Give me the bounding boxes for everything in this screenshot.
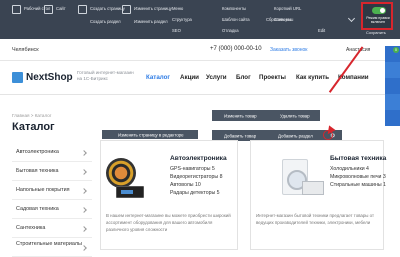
edit-mode-label: Режим правки включен <box>366 16 390 24</box>
category-menu-item[interactable]: Напольные покрытия <box>12 181 92 200</box>
card-description: В нашем интернет-магазине вы можете прио… <box>106 213 231 232</box>
card-title[interactable]: Бытовая техника <box>330 155 386 162</box>
admin-stickers[interactable]: Стикеры <box>274 17 291 22</box>
card-sub-item[interactable]: Микроволновые печи 3 <box>330 174 386 181</box>
card-sub-item[interactable]: Радары детекторы 5 <box>170 190 220 197</box>
admin-short-url[interactable]: Короткий URL <box>274 6 301 11</box>
admin-edit[interactable]: Edit <box>318 28 325 33</box>
speaker-image <box>106 158 136 188</box>
info-bar: Челябинск +7 (000) 000-00-10 Заказать зв… <box>0 39 400 61</box>
mail-button[interactable] <box>385 110 400 126</box>
edit-page-panel[interactable]: Изменить страницу в редакторе <box>102 130 198 139</box>
edit-page-icon[interactable] <box>122 5 131 14</box>
category-menu-item[interactable]: Строительные материалы <box>12 238 92 257</box>
microwave-image <box>302 181 324 195</box>
admin-panel: Рабочий стол Сайт Создать страницу Созда… <box>0 0 400 39</box>
card-sub-item[interactable]: Холодильники 4 <box>330 166 369 173</box>
admin-edit-section[interactable]: Изменить раздел <box>134 19 168 24</box>
create-page-icon[interactable] <box>78 5 87 14</box>
logo-subtitle: Готовый интернет-магазин на 1С-Битрикс <box>77 70 134 81</box>
category-menu-item[interactable]: Сантехника <box>12 219 92 238</box>
callback-link[interactable]: Заказать звонок <box>270 47 307 53</box>
phone-number[interactable]: +7 (000) 000-00-10 <box>210 46 262 52</box>
category-menu-item[interactable]: Бытовая техника <box>12 162 92 181</box>
admin-debug[interactable]: Отладка <box>222 28 239 33</box>
edit-item-button[interactable]: Изменить товар <box>224 113 257 118</box>
admin-template[interactable]: Шаблон сайта <box>222 17 250 22</box>
breadcrumb[interactable]: Главная > Каталог <box>12 113 51 118</box>
card-sub-item[interactable]: Автоволы 10 <box>170 182 201 189</box>
admin-site[interactable]: Сайт <box>56 6 66 11</box>
edit-mode-toggle-box[interactable]: Режим правки включен <box>361 2 393 30</box>
add-section-button[interactable]: Добавить раздел <box>278 133 313 138</box>
category-menu-item[interactable]: Автоэлектроника <box>12 143 92 162</box>
desktop-icon[interactable] <box>12 5 21 14</box>
nav-blog[interactable]: Блог <box>236 74 251 81</box>
folder-icon[interactable] <box>44 5 53 14</box>
cart-count-badge: 0 <box>393 47 399 53</box>
logo-icon[interactable] <box>12 72 23 83</box>
card-sub-item[interactable]: Видеорегистраторы 8 <box>170 174 222 181</box>
card-description: Интернет-магазин бытовой техники предлаг… <box>256 213 375 225</box>
compare-button[interactable] <box>385 78 400 94</box>
card-title[interactable]: Автоэлектроника <box>170 155 227 162</box>
add-item-button[interactable]: Добавить товар <box>224 133 256 138</box>
annotation-circle <box>323 130 333 140</box>
delete-item-button[interactable]: Удалить товар <box>280 113 310 118</box>
save-link[interactable]: Сохранить <box>366 30 386 35</box>
logo[interactable]: NextShop <box>26 72 73 83</box>
category-menu-item[interactable]: Садовая техника <box>12 200 92 219</box>
admin-seo[interactable]: SEO <box>172 28 181 33</box>
nav-how-to-buy[interactable]: Как купить <box>296 74 329 81</box>
cart-button[interactable]: 0 <box>385 46 400 62</box>
edit-item-panel: Изменить товар Удалить товар <box>212 110 320 121</box>
card-sub-item[interactable]: Стиральные машины 1 <box>330 182 386 189</box>
admin-create-page[interactable]: Создать страницу <box>90 6 125 11</box>
admin-structure[interactable]: Структура <box>172 17 192 22</box>
admin-components[interactable]: Компоненты <box>222 6 246 11</box>
category-menu: Автоэлектроника Бытовая техника Напольны… <box>12 143 92 257</box>
admin-edit-page[interactable]: Изменить страницу <box>134 6 172 11</box>
card-sub-item[interactable]: GPS-навигаторы 5 <box>170 166 215 173</box>
admin-menu[interactable]: Меню <box>172 6 183 11</box>
wishlist-button[interactable] <box>385 62 400 78</box>
page-title: Каталог <box>12 121 55 133</box>
radio-image <box>116 186 144 198</box>
right-toolbar: 0 <box>385 46 400 136</box>
nav-catalog[interactable]: Каталог <box>146 74 170 81</box>
admin-create-section[interactable]: Создать раздел <box>90 19 121 24</box>
nav-services[interactable]: Услуги <box>206 74 227 81</box>
toggle-switch[interactable] <box>372 7 386 14</box>
user-button[interactable] <box>385 94 400 110</box>
city-selector[interactable]: Челябинск <box>12 47 39 53</box>
edit-page-in-editor[interactable]: Изменить страницу в редакторе <box>118 132 184 137</box>
chevron-down-icon[interactable] <box>347 14 356 23</box>
nav-promo[interactable]: Акции <box>180 74 199 81</box>
nav-projects[interactable]: Проекты <box>259 74 286 81</box>
